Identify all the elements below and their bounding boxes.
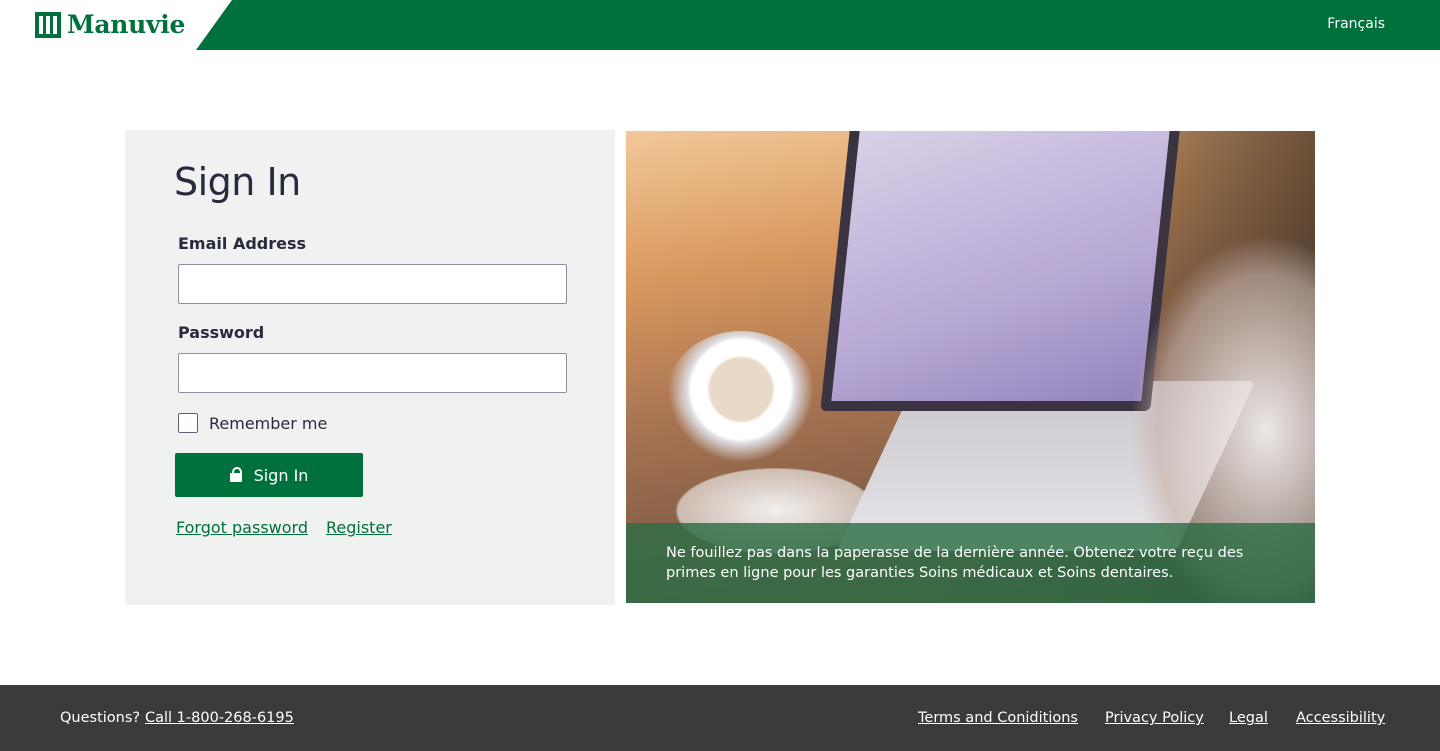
language-toggle-link[interactable]: Français bbox=[1327, 16, 1385, 32]
page-title: Sign In bbox=[174, 160, 301, 204]
remember-me-label: Remember me bbox=[209, 413, 328, 433]
hero-caption: Ne fouillez pas dans la paperasse de la … bbox=[666, 545, 1244, 581]
coffee-cup-graphic bbox=[666, 331, 816, 461]
password-label: Password bbox=[178, 323, 265, 342]
email-label: Email Address bbox=[178, 234, 307, 253]
hero-caption-band: Ne fouillez pas dans la paperasse de la … bbox=[626, 523, 1315, 603]
remember-me-row[interactable]: Remember me bbox=[178, 413, 327, 433]
email-field[interactable] bbox=[178, 264, 567, 304]
header-green-band bbox=[196, 0, 1440, 50]
site-header: Manuvie Français bbox=[0, 0, 1440, 50]
footer-legal-link[interactable]: Legal bbox=[1229, 710, 1268, 726]
manuvie-logo[interactable]: Manuvie bbox=[35, 12, 185, 38]
footer-terms-link[interactable]: Terms and Coniditions bbox=[918, 710, 1078, 726]
password-field[interactable] bbox=[178, 353, 567, 393]
footer-questions-label: Questions? bbox=[60, 710, 141, 726]
site-footer: Questions? Call 1-800-268-6195 Terms and… bbox=[0, 685, 1440, 751]
manuvie-logo-icon bbox=[35, 12, 61, 38]
footer-accessibility-link[interactable]: Accessibility bbox=[1296, 710, 1385, 726]
brand-name: Manuvie bbox=[67, 10, 186, 39]
hero-image: Ne fouillez pas dans la paperasse de la … bbox=[626, 131, 1315, 603]
register-link[interactable]: Register bbox=[326, 518, 392, 537]
forgot-password-link[interactable]: Forgot password bbox=[176, 518, 308, 537]
signin-panel: Sign In Email Address Password Remember … bbox=[125, 130, 615, 605]
footer-privacy-link[interactable]: Privacy Policy bbox=[1105, 710, 1204, 726]
lock-icon bbox=[229, 467, 244, 483]
signin-button-label: Sign In bbox=[253, 465, 309, 485]
footer-call-link[interactable]: Call 1-800-268-6195 bbox=[145, 710, 294, 726]
remember-me-checkbox[interactable] bbox=[178, 413, 198, 433]
signin-button[interactable]: Sign In bbox=[175, 453, 363, 497]
